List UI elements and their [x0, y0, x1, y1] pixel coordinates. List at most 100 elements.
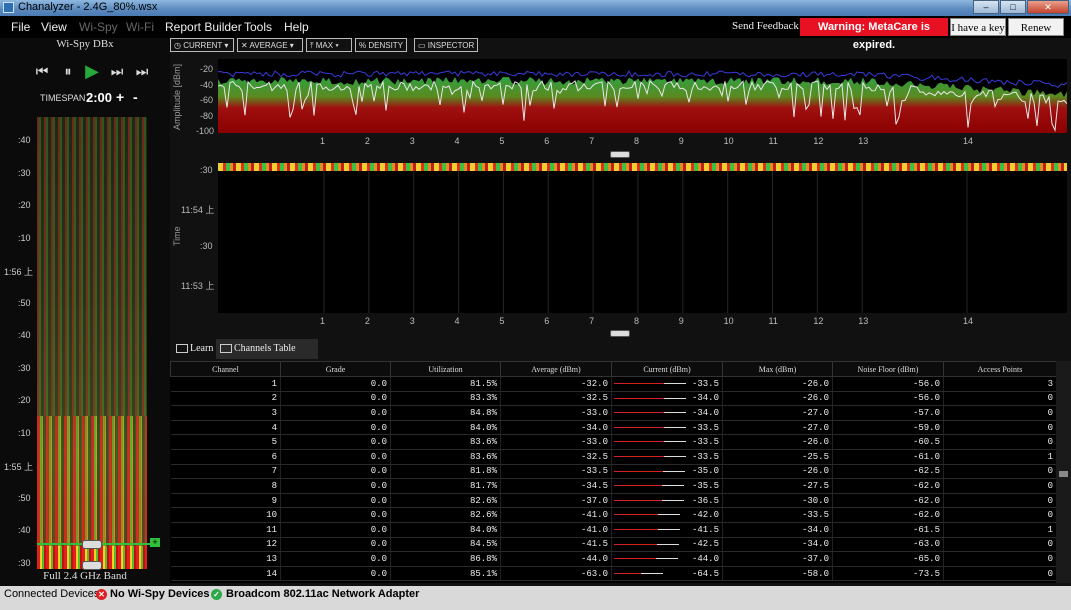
amplitude-channel-tick: 6 [544, 136, 550, 146]
minimize-button[interactable]: – [973, 0, 999, 14]
average-dropdown[interactable]: ✕ AVERAGE ▾ [237, 38, 303, 52]
chart-splitter-handle[interactable] [610, 151, 630, 158]
table-row[interactable]: 8 0.0 81.7% -34.5 -35.5 -27.5 -62.0 0 [170, 478, 1057, 494]
amplitude-channel-tick: 7 [589, 136, 595, 146]
current-dbm-cell: -42.0 [611, 507, 723, 523]
play-button[interactable]: ▶ [83, 62, 101, 80]
amplitude-density [218, 77, 1067, 133]
timeline-channel-tick: 1 [320, 316, 326, 326]
current-dbm-value: -41.5 [691, 524, 719, 535]
current-dbm-value: -64.5 [691, 568, 719, 579]
timespan-decrease-button[interactable]: - [133, 89, 138, 105]
table-cell: 13 [170, 551, 281, 567]
table-cell: -25.5 [722, 449, 833, 465]
column-header-6[interactable]: Noise Floor (dBm) [832, 361, 944, 377]
table-row[interactable]: 9 0.0 82.6% -37.0 -36.5 -30.0 -62.0 0 [170, 493, 1057, 509]
skip-end-button[interactable]: ⏭ [133, 62, 151, 80]
table-row[interactable]: 13 0.0 86.8% -44.0 -44.0 -37.0 -65.0 0 [170, 551, 1057, 567]
amplitude-ylabel: Amplitude [dBm] [172, 63, 182, 130]
table-cell: -34.0 [500, 420, 612, 436]
menu-help[interactable]: Help [284, 20, 309, 34]
waterfall-tick: 1:55 上 [4, 462, 34, 472]
column-header-5[interactable]: Max (dBm) [722, 361, 833, 377]
current-dbm-cell: -33.5 [611, 449, 723, 465]
timespan-increase-button[interactable]: + [116, 89, 124, 105]
scrollbar-thumb[interactable] [1059, 471, 1068, 477]
table-row[interactable]: 11 0.0 84.0% -41.0 -41.5 -34.0 -61.5 1 [170, 522, 1057, 538]
menu-wi-fi[interactable]: Wi-Fi [126, 20, 154, 34]
density-toggle[interactable]: % DENSITY [355, 38, 407, 52]
add-marker-icon[interactable]: + [150, 538, 160, 547]
table-row[interactable]: 3 0.0 84.8% -33.0 -34.0 -27.0 -57.0 0 [170, 405, 1057, 421]
table-row[interactable]: 6 0.0 83.6% -32.5 -33.5 -25.5 -61.0 1 [170, 449, 1057, 465]
table-row[interactable]: 10 0.0 82.6% -41.0 -42.0 -33.5 -62.0 0 [170, 507, 1057, 523]
maximize-button[interactable]: □ [1000, 0, 1026, 14]
waterfall-view[interactable] [37, 117, 147, 569]
waterfall-slider-handle[interactable] [82, 540, 102, 549]
current-level-marker [664, 397, 686, 399]
table-row[interactable]: 7 0.0 81.8% -33.5 -35.0 -26.0 -62.5 0 [170, 464, 1057, 480]
current-dbm-value: -33.5 [691, 422, 719, 433]
table-cell: 4 [170, 420, 281, 436]
table-row[interactable]: 4 0.0 84.0% -34.0 -33.5 -27.0 -59.0 0 [170, 420, 1057, 436]
amplitude-channel-tick: 4 [454, 136, 460, 146]
table-row[interactable]: 1 0.0 81.5% -32.0 -33.5 -26.0 -56.0 3 [170, 376, 1057, 392]
table-splitter-handle[interactable] [610, 330, 630, 337]
table-cell: -37.0 [500, 493, 612, 509]
skip-start-button[interactable]: ⏮ [33, 62, 51, 80]
table-cell: -41.0 [500, 522, 612, 538]
table-row[interactable]: 14 0.0 85.1% -63.0 -64.5 -58.0 -73.5 0 [170, 566, 1057, 582]
table-row[interactable]: 5 0.0 83.6% -33.0 -33.5 -26.0 -60.5 0 [170, 434, 1057, 450]
current-level-bar [614, 572, 641, 574]
current-dbm-value: -42.5 [691, 539, 719, 550]
menu-report-builder[interactable]: Report Builder [165, 20, 242, 34]
book-icon [176, 344, 188, 353]
amplitude-chart[interactable] [218, 59, 1067, 133]
amplitude-ytick: -80 [200, 110, 214, 121]
column-header-4[interactable]: Current (dBm) [611, 361, 723, 377]
send-feedback-link[interactable]: Send Feedback [732, 20, 799, 32]
table-cell: 14 [170, 566, 281, 582]
table-cell: -26.0 [722, 464, 833, 480]
inspector-toggle[interactable]: ▭ INSPECTOR [414, 38, 478, 52]
table-cell: 11 [170, 522, 281, 538]
amplitude-ytick: -20 [200, 64, 214, 74]
tab-channels-table[interactable]: Channels Table [216, 339, 318, 359]
have-key-button[interactable]: I have a key [950, 18, 1006, 36]
table-cell: 84.8% [390, 405, 501, 421]
menu-view[interactable]: View [41, 20, 67, 34]
renew-button[interactable]: Renew [1008, 18, 1064, 36]
current-dbm-cell: -33.5 [611, 376, 723, 392]
table-cell: -26.0 [722, 434, 833, 450]
menu-wi-spy[interactable]: Wi-Spy [79, 20, 118, 34]
table-cell: 0 [943, 478, 1057, 494]
table-cell: 1 [943, 449, 1057, 465]
current-level-bar [614, 426, 664, 428]
column-header-1[interactable]: Grade [280, 361, 391, 377]
pause-button[interactable]: ⏸ [59, 62, 77, 80]
table-cell: -27.5 [722, 478, 833, 494]
max-dropdown[interactable]: ⤒ MAX ▾ [306, 38, 352, 52]
column-header-0[interactable]: Channel [170, 361, 281, 377]
timeline-grid [323, 171, 968, 313]
timeline-ytick: 11:54 上 [181, 205, 215, 215]
step-forward-button[interactable]: ⏭ [108, 62, 126, 80]
waterfall-slider-handle-bottom[interactable] [82, 561, 102, 570]
current-level-bar [614, 397, 664, 399]
table-row[interactable]: 2 0.0 83.3% -32.5 -34.0 -26.0 -56.0 0 [170, 391, 1057, 407]
close-button[interactable]: ✕ [1027, 0, 1069, 14]
current-dropdown[interactable]: ◷ CURRENT ▾ [170, 38, 234, 52]
menu-file[interactable]: File [11, 20, 30, 34]
tab-learn[interactable]: Learn [172, 339, 216, 359]
table-cell: 81.7% [390, 478, 501, 494]
table-row[interactable]: 12 0.0 84.5% -41.5 -42.5 -34.0 -63.0 0 [170, 537, 1057, 553]
table-cell: -33.5 [722, 507, 833, 523]
column-header-2[interactable]: Utilization [390, 361, 501, 377]
current-dbm-cell: -35.0 [611, 464, 723, 480]
column-header-3[interactable]: Average (dBm) [500, 361, 612, 377]
title-bar: Chanalyzer - 2.4G_80%.wsx – □ ✕ [0, 0, 1071, 16]
menu-tools[interactable]: Tools [244, 20, 272, 34]
timeline-chart[interactable] [218, 163, 1067, 313]
table-scrollbar[interactable] [1056, 361, 1071, 583]
column-header-7[interactable]: Access Points [943, 361, 1057, 377]
